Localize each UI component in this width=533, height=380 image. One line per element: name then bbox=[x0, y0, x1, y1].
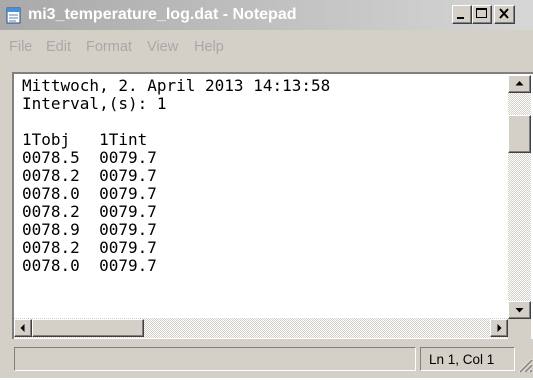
line-data: 0078.2 0079.7 bbox=[22, 202, 157, 221]
scroll-left-button[interactable] bbox=[14, 319, 32, 337]
menu-bar: File Edit Format View Help bbox=[0, 30, 533, 64]
line-data: 0078.0 0079.7 bbox=[22, 184, 157, 203]
maximize-icon bbox=[476, 8, 487, 18]
notepad-window: mi3_temperature_log.dat - Notepad File E… bbox=[0, 0, 533, 378]
line-data: 0078.2 0079.7 bbox=[22, 166, 157, 185]
horizontal-scroll-thumb[interactable] bbox=[32, 319, 144, 337]
title-bar[interactable]: mi3_temperature_log.dat - Notepad bbox=[0, 0, 533, 30]
scrollbar-corner bbox=[508, 319, 531, 339]
close-button[interactable] bbox=[494, 5, 515, 24]
close-icon bbox=[499, 8, 509, 19]
text-editor[interactable]: Mittwoch, 2. April 2013 14:13:58 Interva… bbox=[12, 72, 533, 339]
document-text[interactable]: Mittwoch, 2. April 2013 14:13:58 Interva… bbox=[22, 77, 330, 275]
resize-grip-icon[interactable] bbox=[516, 355, 533, 375]
arrow-up-icon bbox=[515, 81, 524, 86]
window-title: mi3_temperature_log.dat - Notepad bbox=[28, 6, 297, 23]
menu-edit[interactable]: Edit bbox=[46, 39, 71, 55]
line-data: 0078.5 0079.7 bbox=[22, 148, 157, 167]
maximize-button[interactable] bbox=[472, 5, 492, 24]
scroll-right-button[interactable] bbox=[490, 319, 508, 337]
line-data: 0078.0 0079.7 bbox=[22, 256, 157, 275]
menu-view[interactable]: View bbox=[147, 39, 178, 55]
line-date: Mittwoch, 2. April 2013 14:13:58 bbox=[22, 76, 331, 95]
minimize-button[interactable] bbox=[452, 5, 472, 24]
arrow-down-icon bbox=[515, 308, 524, 313]
arrow-left-icon bbox=[20, 324, 25, 332]
menu-format[interactable]: Format bbox=[86, 39, 132, 55]
menu-help[interactable]: Help bbox=[194, 39, 224, 55]
minimize-icon bbox=[457, 17, 464, 19]
scroll-up-button[interactable] bbox=[508, 75, 531, 93]
arrow-right-icon bbox=[497, 324, 502, 332]
status-bar: Ln 1, Col 1 bbox=[0, 343, 533, 378]
line-data: 0078.9 0079.7 bbox=[22, 220, 157, 239]
vertical-scrollbar[interactable] bbox=[508, 75, 531, 319]
vertical-scroll-thumb[interactable] bbox=[508, 115, 531, 153]
status-panel bbox=[14, 347, 416, 371]
menu-file[interactable]: File bbox=[9, 39, 32, 55]
line-header: 1Tobj 1Tint bbox=[22, 130, 148, 149]
line-interval: Interval,(s): 1 bbox=[22, 94, 167, 113]
scroll-down-button[interactable] bbox=[508, 301, 531, 319]
cursor-position: Ln 1, Col 1 bbox=[429, 352, 495, 367]
cursor-position-panel: Ln 1, Col 1 bbox=[420, 347, 515, 371]
horizontal-scrollbar[interactable] bbox=[14, 318, 508, 338]
notepad-icon[interactable] bbox=[5, 6, 22, 24]
line-data: 0078.2 0079.7 bbox=[22, 238, 157, 257]
